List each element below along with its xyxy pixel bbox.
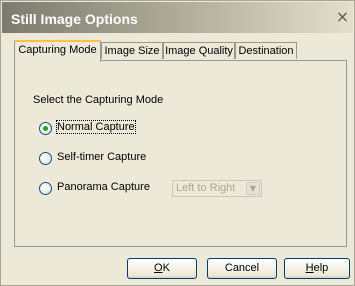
select-value: Left to Right (176, 182, 236, 194)
title-bar[interactable]: Still Image Options × (2, 2, 353, 33)
cancel-button[interactable]: Cancel (207, 258, 277, 279)
tab-image-quality[interactable]: Image Quality (163, 42, 235, 59)
radio-button[interactable] (39, 152, 52, 165)
panorama-capture-label[interactable]: Panorama Capture (57, 181, 150, 193)
radio-selected-dot (43, 126, 48, 131)
help-label-rest: elp (313, 262, 329, 274)
normal-capture-label[interactable]: Normal Capture (56, 120, 136, 134)
tab-image-size[interactable]: Image Size (101, 42, 163, 59)
panorama-direction-select[interactable]: Left to Right ▼ (172, 180, 262, 197)
self-timer-capture-label[interactable]: Self-timer Capture (57, 151, 146, 163)
ok-label-rest: K (162, 262, 170, 274)
tab-destination[interactable]: Destination (235, 42, 297, 59)
chevron-down-icon[interactable]: ▼ (246, 182, 260, 195)
help-button[interactable]: Help (284, 258, 350, 279)
ok-button[interactable]: OK (127, 258, 197, 279)
radio-button[interactable] (39, 122, 52, 135)
help-accel: H (305, 262, 314, 274)
tab-capturing-mode[interactable]: Capturing Mode (14, 40, 101, 62)
radio-button[interactable] (39, 182, 52, 195)
close-icon[interactable]: × (335, 9, 350, 25)
section-label: Select the Capturing Mode (33, 94, 164, 106)
window-title: Still Image Options (11, 11, 138, 27)
ok-accel: O (154, 262, 163, 274)
